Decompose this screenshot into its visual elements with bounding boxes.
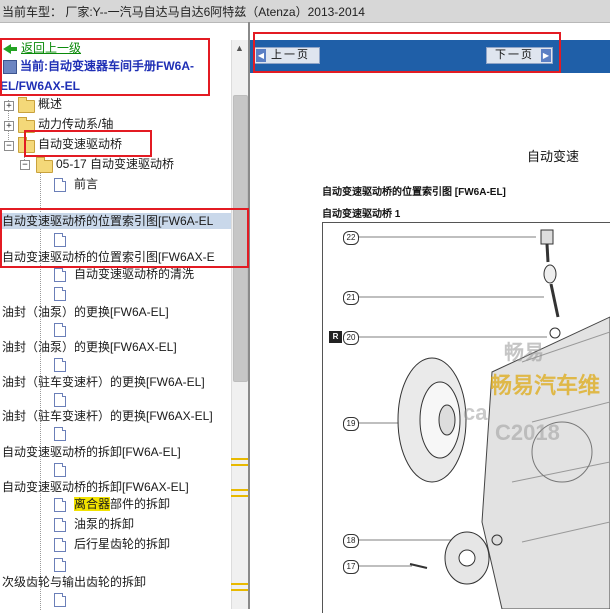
r-tag: R [329, 331, 342, 343]
tree-item-overview[interactable]: 概述 [38, 96, 62, 112]
tree-item-removal-fw6a[interactable]: 自动变速驱动桥的拆卸[FW6A-EL] [2, 444, 181, 460]
watermark: 畅易汽车维 [490, 373, 601, 398]
tree-item-cleaning[interactable]: 自动变速驱动桥的清洗 [74, 266, 194, 282]
folder-open-icon [36, 157, 53, 173]
folder-icon [18, 97, 35, 113]
watermark: C2018 [495, 420, 560, 445]
tree-item-clutch-parts[interactable]: 离合器部件的拆卸 [74, 496, 170, 512]
expand-toggle[interactable]: + [4, 101, 14, 111]
tree-item-oil-seal-lever-fw6a[interactable]: 油封（驻车变速杆）的更换[FW6A-EL] [2, 374, 205, 390]
document-icon [54, 358, 66, 372]
tree-item-oil-seal-pump-fw6ax[interactable]: 油封（油泵）的更换[FW6AX-EL] [2, 339, 177, 355]
callout-17: 17 [343, 560, 359, 574]
document-icon [54, 393, 66, 407]
document-icon [54, 538, 66, 552]
tree-item-rear-planetary[interactable]: 后行星齿轮的拆卸 [74, 536, 170, 552]
vehicle-title: 当前车型： 厂家:Y--一汽马自达马自达6阿特兹（Atenza）2013-201… [2, 5, 365, 19]
document-icon [54, 463, 66, 477]
annotation-box [24, 130, 152, 157]
search-hit: 离合器 [74, 497, 111, 511]
document-title: 自动变速 [527, 149, 580, 164]
annotation-box [0, 38, 210, 96]
annotation-box [253, 32, 561, 73]
search-marker [231, 458, 248, 460]
expand-toggle[interactable]: + [4, 121, 14, 131]
document-icon [54, 323, 66, 337]
collapse-toggle[interactable]: − [4, 141, 14, 151]
document-section: 自动变速驱动桥 1 [322, 209, 401, 220]
tree-item-clutch-parts-rest: 部件的拆卸 [110, 497, 171, 511]
title-bar: 当前车型： 厂家:Y--一汽马自达马自达6阿特兹（Atenza）2013-201… [0, 0, 610, 23]
document-icon [54, 268, 66, 282]
watermark: ca [463, 400, 488, 425]
document-subtitle: 自动变速驱动桥的位置索引图 [FW6A-EL] [322, 187, 506, 198]
document-icon [54, 593, 66, 607]
callout-22: 22 [343, 231, 359, 245]
tree-item-05-17[interactable]: 05-17 自动变速驱动桥 [56, 156, 174, 172]
callout-21: 21 [343, 291, 359, 305]
search-marker [231, 583, 248, 585]
document-icon [54, 287, 66, 301]
tree-item-removal-fw6ax[interactable]: 自动变速驱动桥的拆卸[FW6AX-EL] [2, 479, 189, 495]
search-marker [231, 589, 248, 591]
collapse-toggle[interactable]: − [20, 160, 30, 170]
document-icon [54, 518, 66, 532]
callout-19: 19 [343, 417, 359, 431]
document-icon [54, 498, 66, 512]
search-marker [231, 495, 248, 497]
document-icon [54, 427, 66, 441]
annotation-box [0, 208, 249, 268]
scroll-up-arrow-icon[interactable]: ▲ [231, 43, 248, 57]
tree-item-secondary-gear[interactable]: 次级齿轮与输出齿轮的拆卸 [2, 574, 146, 590]
search-marker [231, 489, 248, 491]
search-marker [231, 464, 248, 466]
document-icon [54, 178, 66, 192]
tree-item-preface[interactable]: 前言 [74, 176, 98, 192]
document-icon [54, 558, 66, 572]
callout-18: 18 [343, 534, 359, 548]
tree-item-oil-seal-lever-fw6ax[interactable]: 油封（驻车变速杆）的更换[FW6AX-EL] [2, 408, 213, 424]
watermark: 畅易 [504, 342, 544, 364]
tree-item-oil-pump-removal[interactable]: 油泵的拆卸 [74, 516, 134, 532]
tree-item-oil-seal-pump-fw6a[interactable]: 油封（油泵）的更换[FW6A-EL] [2, 304, 169, 320]
callout-20: 20 [343, 331, 359, 345]
